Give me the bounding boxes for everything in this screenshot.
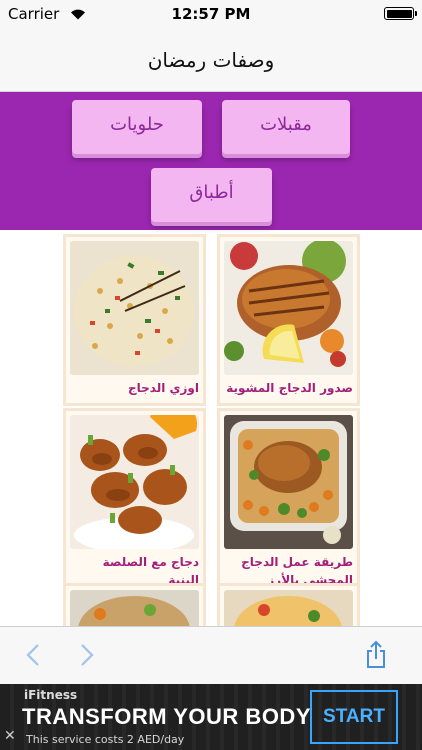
recipe-card[interactable]: صدور الدجاج المشوية	[217, 234, 360, 406]
battery-icon	[384, 7, 417, 20]
recipe-grid: صدور الدجاج المشوية اوزي الدجاج طريقة عم…	[0, 230, 422, 626]
category-desserts-button[interactable]: حلويات	[72, 100, 202, 154]
recipe-title: صدور الدجاج المشوية	[226, 381, 353, 395]
status-bar: Carrier 12:57 PM	[0, 0, 422, 28]
recipe-card[interactable]: اوزي الدجاج	[63, 234, 206, 406]
grilled-chicken-breast-image	[224, 241, 353, 375]
clock: 12:57 PM	[171, 5, 251, 23]
recipe-image	[70, 590, 199, 626]
chicken-brown-sauce-image	[70, 415, 199, 549]
recipe-card[interactable]: دجاج مع الصلصة البنية	[63, 408, 206, 602]
navigation-bar: وصفات رمضان	[0, 28, 422, 92]
chevron-right-icon[interactable]	[70, 639, 102, 671]
recipe-card[interactable]	[217, 583, 360, 626]
page-title: وصفات رمضان	[147, 48, 275, 72]
ad-brand: iFitness	[24, 688, 78, 702]
ad-banner[interactable]: ✕ iFitness TRANSFORM YOUR BODY This serv…	[0, 684, 422, 750]
stuffed-chicken-image	[224, 415, 353, 549]
ad-start-button[interactable]: START	[310, 690, 398, 744]
recipe-card[interactable]: طريقة عمل الدجاج المحشي بالأرز	[217, 408, 360, 602]
recipe-card[interactable]	[63, 583, 206, 626]
recipe-title: اوزي الدجاج	[127, 381, 199, 395]
ad-headline: TRANSFORM YOUR BODY	[22, 704, 311, 729]
bottom-toolbar	[0, 626, 422, 684]
share-icon[interactable]	[360, 639, 392, 671]
ad-close-icon[interactable]: ✕	[4, 728, 16, 744]
chicken-ouzi-rice-image	[70, 241, 199, 375]
ad-subtext: This service costs 2 AED/day	[26, 733, 185, 746]
category-panel: مقبلات حلويات أطباق	[0, 92, 422, 230]
chevron-left-icon[interactable]	[18, 639, 50, 671]
recipe-image	[224, 590, 353, 626]
category-appetizers-button[interactable]: مقبلات	[222, 100, 350, 154]
category-main-dishes-button[interactable]: أطباق	[151, 168, 272, 222]
